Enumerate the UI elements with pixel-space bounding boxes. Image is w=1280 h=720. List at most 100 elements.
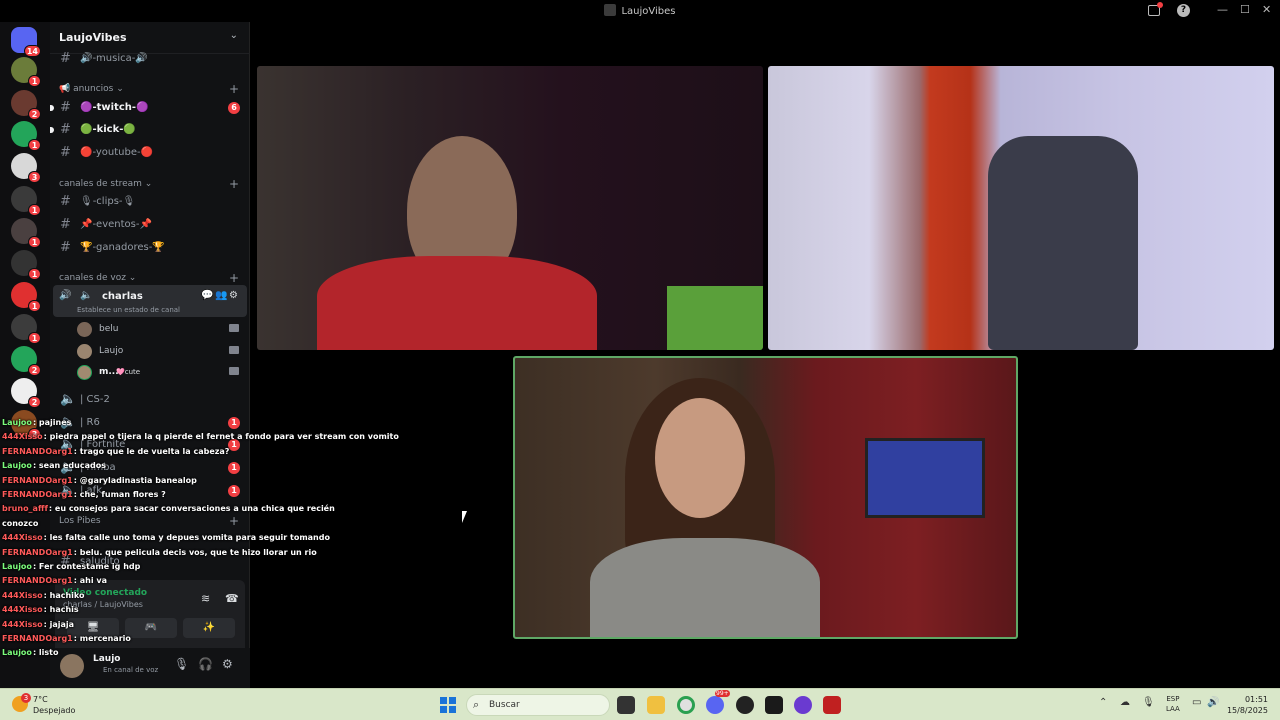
language-indicator[interactable]: ESP LAA	[1166, 694, 1180, 714]
server-icon[interactable]: 1	[11, 314, 41, 344]
server-badge: 1	[28, 236, 41, 248]
chat-text: : les falta calle uno toma y depues vomi…	[43, 533, 330, 543]
volume-icon[interactable]: 🔊	[1207, 697, 1219, 708]
category-stream[interactable]: canales de stream ⌄ +	[59, 177, 239, 191]
avatar	[77, 322, 92, 337]
app-icon[interactable]	[794, 696, 812, 714]
cloud-icon[interactable]: ☁	[1120, 697, 1130, 708]
server-icon[interactable]: 1	[11, 186, 41, 216]
voice-channel-charlas[interactable]: 🔊 🔈 charlas 💬 👥 ⚙ Establece un estado de…	[53, 285, 247, 317]
help-icon[interactable]: ?	[1177, 4, 1190, 17]
invite-icon[interactable]: 👥	[215, 290, 227, 301]
server-icon[interactable]: 2	[11, 378, 41, 408]
start-icon[interactable]	[440, 697, 456, 713]
user-tag: 🩷cute	[116, 368, 141, 376]
server-badge: 2	[28, 108, 41, 120]
server-list: 14 1 2 1 3 1 1 1 1 1 2 2 3	[0, 22, 50, 688]
close-button[interactable]: ✕	[1262, 3, 1271, 16]
channel-cs2[interactable]: 🔈 | CS-2	[56, 390, 246, 410]
gear-icon[interactable]: ⚙	[229, 290, 238, 301]
mention-badge: 1	[228, 462, 240, 474]
chevron-up-icon[interactable]: ⌃	[1099, 697, 1107, 708]
channel-youtube[interactable]: # 🔴-youtube-🔴	[56, 143, 246, 163]
voice-user[interactable]: belu	[77, 320, 247, 340]
avatar[interactable]	[60, 654, 84, 678]
minimize-button[interactable]: —	[1217, 3, 1228, 16]
chat-text: : @garyladinastia banealop	[73, 475, 197, 485]
voice-user[interactable]: Laujo	[77, 342, 247, 362]
server-icon[interactable]: 2	[11, 90, 41, 120]
channel-clips[interactable]: # 🎙-clips-🎙	[56, 192, 246, 212]
add-channel-icon[interactable]: +	[229, 82, 239, 96]
chat-text: : hachis	[43, 605, 79, 615]
microphone-icon[interactable]: 🎙	[174, 657, 189, 671]
category-anuncios[interactable]: 📢 anuncios ⌄ +	[59, 82, 239, 96]
mention-badge: 1	[228, 485, 240, 497]
channel-ganadores[interactable]: # 🏆-ganadores-🏆	[56, 238, 246, 258]
chat-username: 444Xisso	[2, 605, 43, 615]
search-input[interactable]: ⌕ Buscar	[466, 694, 610, 716]
category-voz[interactable]: canales de voz ⌄ +	[59, 271, 239, 285]
obs-icon[interactable]	[736, 696, 754, 714]
server-icon[interactable]: 3	[11, 153, 41, 183]
face-shape	[655, 398, 745, 518]
category-pibes[interactable]: Los Pibes +	[59, 514, 239, 528]
discord-icon[interactable]: 99+	[706, 690, 730, 714]
video-tile-belu[interactable]	[257, 66, 763, 350]
channel-kick[interactable]: # 🟢-kick-🟢	[50, 120, 246, 140]
server-icon[interactable]: 1	[11, 218, 41, 248]
hash-icon: #	[60, 240, 71, 255]
chrome-icon[interactable]	[677, 696, 695, 714]
task-view-icon[interactable]	[617, 696, 635, 714]
chat-message: Laujoo: Fer contestame ig hdp	[2, 562, 140, 571]
maximize-button[interactable]: ☐	[1240, 3, 1250, 16]
add-channel-icon[interactable]: +	[229, 514, 239, 528]
channel-musica[interactable]: # 🔊-musica-🔊	[56, 49, 246, 69]
chat-text: : hachiko	[43, 590, 85, 600]
server-icon[interactable]: 2	[11, 346, 41, 376]
video-tile-speaking[interactable]	[513, 356, 1018, 639]
microphone-icon[interactable]: 🎙	[1142, 697, 1155, 708]
chat-text: : belu. que pelicula decis vos, que te h…	[73, 547, 317, 557]
activity-button[interactable]: 🎮	[125, 618, 177, 638]
chat-username: 444Xisso	[2, 432, 43, 442]
inbox-icon[interactable]	[1148, 2, 1163, 16]
chat-message: FERNANDOarg1: trago que le de vuelta la …	[2, 447, 229, 456]
chat-message: bruno_afff: eu consejos para sacar conve…	[2, 504, 335, 513]
server-badge: 2	[28, 396, 41, 408]
video-tile-room[interactable]	[768, 66, 1274, 350]
voice-status-hint[interactable]: Establece un estado de canal	[77, 306, 180, 314]
weather-badge: 3	[21, 693, 31, 703]
noise-suppression-icon[interactable]: ≋	[201, 592, 210, 605]
soundboard-button[interactable]: ✨	[183, 618, 235, 638]
chat-username: Laujoo	[2, 562, 32, 571]
disconnect-icon[interactable]: ☎	[225, 592, 239, 605]
monitor-icon[interactable]: ▭	[1192, 697, 1201, 708]
server-icon[interactable]: 1	[11, 282, 41, 312]
server-badge: 1	[28, 139, 41, 151]
headphones-icon[interactable]: 🎧	[198, 657, 213, 671]
voice-user[interactable]: m... 🩷cute	[77, 363, 247, 383]
server-icon[interactable]: 1	[11, 57, 41, 87]
server-icon[interactable]: 1	[11, 250, 41, 280]
home-button[interactable]: 14	[11, 27, 41, 57]
channel-sidebar: LaujoVibes ⌄ # 🔊-musica-🔊 📢 anuncios ⌄ + #…	[50, 22, 250, 688]
clock[interactable]: 01:51 15/8/2025	[1224, 694, 1268, 716]
add-channel-icon[interactable]: +	[229, 177, 239, 191]
red-hoodie-shape	[317, 256, 597, 350]
app-icon[interactable]	[823, 696, 841, 714]
green-object-shape	[667, 286, 763, 350]
channel-twitch[interactable]: # 🟣-twitch-🟣 6	[50, 98, 246, 118]
file-explorer-icon[interactable]	[647, 696, 665, 714]
chat-text: : eu consejos para sacar conversaciones …	[48, 504, 335, 514]
server-icon[interactable]: 1	[11, 121, 41, 151]
search-icon: ⌕	[473, 698, 480, 711]
guild-name: LaujoVibes	[59, 31, 127, 44]
app-icon[interactable]	[765, 696, 783, 714]
channel-eventos[interactable]: # 📌-eventos-📌	[56, 215, 246, 235]
chat-icon[interactable]: 💬	[201, 290, 213, 301]
channel-r6[interactable]: 🔈 | R6 1	[56, 413, 246, 433]
add-channel-icon[interactable]: +	[229, 271, 239, 285]
gear-icon[interactable]: ⚙	[222, 657, 233, 671]
chat-message: 444Xisso: les falta calle uno toma y dep…	[2, 533, 330, 542]
